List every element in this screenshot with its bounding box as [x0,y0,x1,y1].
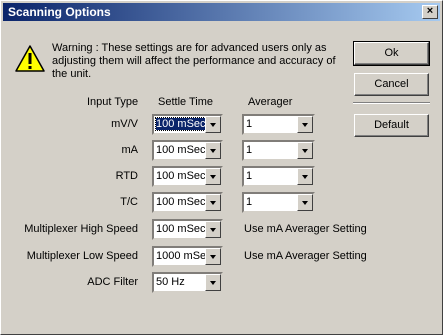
averager-value: 1 [246,118,253,130]
chevron-down-icon[interactable] [205,168,221,185]
adc-filter-select[interactable]: 50 Hz [152,272,223,293]
row-label-mux-low: Multiplexer Low Speed [26,250,138,262]
averager-header: Averager [248,96,293,108]
settle-time-mux-high-select[interactable]: 100 mSec [152,219,223,240]
settle-time-value: 100 mSec [156,223,206,235]
row-label-ma: mA [121,144,139,156]
chevron-down-icon[interactable] [205,248,221,265]
chevron-down-icon[interactable] [297,194,313,211]
row-label-mvv: mV/V [111,118,138,130]
averager-value: 1 [246,144,253,156]
scanning-options-dialog: Scanning Options × Warning : These setti… [0,0,443,335]
chevron-down-icon[interactable] [205,194,221,211]
row-label-adc-filter: ADC Filter [87,276,138,288]
title-bar: Scanning Options × [3,3,440,21]
chevron-down-icon[interactable] [205,142,221,159]
row-label-tc: T/C [120,196,138,208]
cancel-button[interactable]: Cancel [354,73,429,96]
row-label-mux-high: Multiplexer High Speed [24,223,138,235]
mux-high-note: Use mA Averager Setting [244,223,367,235]
averager-rtd-select[interactable]: 1 [242,166,315,187]
mux-low-note: Use mA Averager Setting [244,250,367,262]
settle-time-value: 100 mSec [156,144,206,156]
settle-time-ma-select[interactable]: 100 mSec [152,140,223,161]
ok-button[interactable]: Ok [353,41,430,66]
close-button[interactable]: × [422,5,438,19]
averager-value: 1 [246,196,253,208]
warning-text: Warning : These settings are for advance… [52,42,336,80]
chevron-down-icon[interactable] [297,142,313,159]
adc-filter-value: 50 Hz [156,276,185,288]
settle-time-mvv-select[interactable]: 100 mSec [152,114,223,135]
button-separator [353,102,430,104]
row-label-rtd: RTD [115,170,138,182]
default-button[interactable]: Default [354,114,429,137]
settle-time-mux-low-select[interactable]: 1000 mSec [152,246,223,267]
chevron-down-icon[interactable] [297,116,313,133]
chevron-down-icon[interactable] [297,168,313,185]
chevron-down-icon[interactable] [205,274,221,291]
averager-tc-select[interactable]: 1 [242,192,315,213]
settle-time-value: 1000 mSec [156,250,207,262]
settle-time-value: 100 mSec [156,196,206,208]
averager-mvv-select[interactable]: 1 [242,114,315,135]
chevron-down-icon[interactable] [205,116,221,133]
settle-time-value: 100 mSec [156,170,206,182]
settle-time-header: Settle Time [158,96,214,108]
input-type-header: Input Type [87,96,139,108]
settle-time-value: 100 mSec [155,117,208,131]
warning-icon [15,45,45,72]
settle-time-rtd-select[interactable]: 100 mSec [152,166,223,187]
window-title: Scanning Options [8,5,111,19]
settle-time-tc-select[interactable]: 100 mSec [152,192,223,213]
averager-value: 1 [246,170,253,182]
averager-ma-select[interactable]: 1 [242,140,315,161]
chevron-down-icon[interactable] [205,221,221,238]
